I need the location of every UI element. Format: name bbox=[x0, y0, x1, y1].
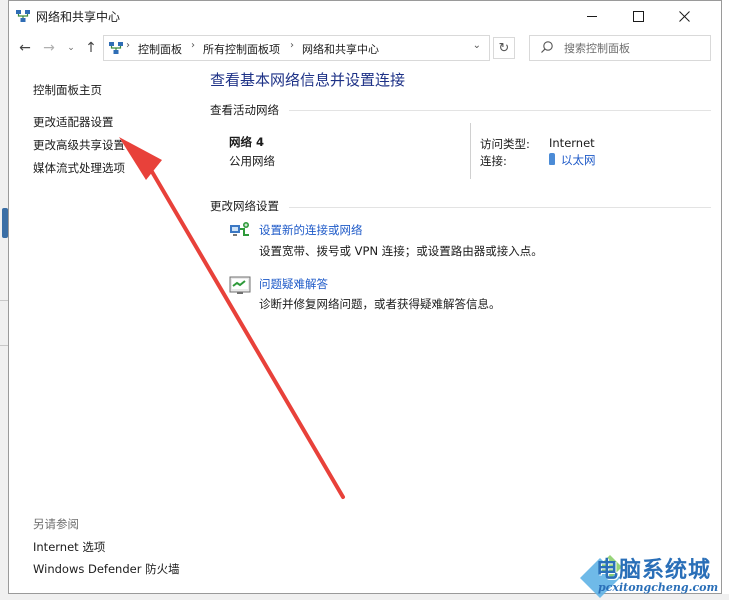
breadcrumb-network-center[interactable]: 网络和共享中心 bbox=[302, 41, 379, 57]
troubleshoot-problems-link[interactable]: 问题疑难解答 bbox=[259, 276, 328, 292]
page-title: 查看基本网络信息并设置连接 bbox=[210, 71, 406, 89]
section-divider bbox=[289, 207, 711, 208]
minimize-icon bbox=[587, 15, 597, 17]
active-networks-heading: 查看活动网络 bbox=[210, 103, 279, 117]
refresh-button[interactable]: ↻ bbox=[493, 37, 515, 59]
control-panel-home-link[interactable]: 控制面板主页 bbox=[33, 82, 102, 98]
connections-label: 连接: bbox=[480, 154, 507, 168]
section-divider bbox=[289, 110, 711, 111]
network-category-link[interactable]: 公用网络 bbox=[229, 153, 275, 169]
breadcrumb-all-items[interactable]: 所有控制面板项 bbox=[203, 41, 280, 57]
control-panel-network-icon bbox=[109, 42, 123, 54]
maximize-button[interactable] bbox=[615, 1, 661, 31]
ethernet-icon bbox=[549, 153, 555, 165]
change-advanced-sharing-link[interactable]: 更改高级共享设置 bbox=[33, 137, 125, 153]
search-icon bbox=[541, 41, 553, 53]
internet-options-link[interactable]: Internet 选项 bbox=[33, 539, 105, 555]
ethernet-connection-link[interactable]: 以太网 bbox=[549, 152, 596, 168]
windows-defender-firewall-link[interactable]: Windows Defender 防火墙 bbox=[33, 561, 180, 577]
close-button[interactable] bbox=[661, 1, 707, 31]
back-button[interactable]: ← bbox=[15, 38, 35, 58]
address-bar[interactable]: › 控制面板 › 所有控制面板项 › 网络和共享中心 ⌄ bbox=[103, 35, 490, 61]
up-button[interactable]: ↑ bbox=[81, 38, 101, 58]
window-title: 网络和共享中心 bbox=[36, 10, 121, 24]
search-box[interactable] bbox=[529, 35, 711, 61]
search-input[interactable] bbox=[564, 39, 704, 57]
access-type-label: 访问类型: bbox=[480, 137, 530, 151]
see-also-heading: 另请参阅 bbox=[33, 517, 79, 531]
forward-button[interactable]: → bbox=[39, 38, 59, 58]
watermark-url: pcxitongcheng.com bbox=[598, 581, 719, 594]
chevron-down-icon[interactable]: ⌄ bbox=[473, 40, 481, 51]
new-connection-icon bbox=[230, 222, 249, 236]
breadcrumb-chevron-icon: › bbox=[126, 40, 130, 51]
title-bar[interactable]: 网络和共享中心 bbox=[9, 1, 721, 31]
chevron-down-icon: ⌄ bbox=[67, 43, 75, 53]
recent-locations-button[interactable]: ⌄ bbox=[61, 38, 81, 58]
breadcrumb-chevron-icon: › bbox=[290, 40, 294, 51]
maximize-icon bbox=[632, 10, 644, 22]
troubleshoot-problems-description: 诊断并修复网络问题，或者获得疑难解答信息。 bbox=[259, 297, 501, 311]
refresh-icon: ↻ bbox=[498, 40, 510, 56]
breadcrumb-chevron-icon: › bbox=[191, 40, 195, 51]
network-name: 网络 4 bbox=[229, 135, 265, 149]
navigation-bar: ← → ⌄ ↑ › 控制面板 › 所有控制面板项 › 网络和共享中心 ⌄ ↻ bbox=[9, 32, 721, 64]
setup-new-connection-link[interactable]: 设置新的连接或网络 bbox=[259, 222, 363, 238]
minimize-button[interactable] bbox=[569, 1, 615, 31]
background-divider bbox=[0, 300, 8, 301]
background-window-edge bbox=[0, 0, 8, 600]
watermark-text: 电脑系统城 bbox=[596, 558, 712, 583]
close-icon bbox=[678, 10, 690, 22]
access-type-value: Internet bbox=[549, 136, 595, 150]
vertical-divider bbox=[470, 123, 471, 179]
ethernet-connection-label: 以太网 bbox=[561, 153, 596, 167]
network-sharing-center-window: 网络和共享中心 ← → ⌄ ↑ › 控制面板 › 所有控制面板项 › 网络和共享… bbox=[8, 0, 722, 594]
setup-new-connection-description: 设置宽带、拨号或 VPN 连接；或设置路由器或接入点。 bbox=[259, 244, 543, 258]
troubleshoot-icon bbox=[229, 276, 251, 294]
back-arrow-icon: ← bbox=[19, 40, 31, 56]
up-arrow-icon: ↑ bbox=[85, 40, 97, 56]
change-network-settings-heading: 更改网络设置 bbox=[210, 199, 279, 213]
breadcrumb-control-panel[interactable]: 控制面板 bbox=[138, 41, 182, 57]
media-streaming-options-link[interactable]: 媒体流式处理选项 bbox=[33, 160, 125, 176]
change-adapter-settings-link[interactable]: 更改适配器设置 bbox=[33, 114, 114, 130]
network-icon bbox=[16, 10, 30, 22]
forward-arrow-icon: → bbox=[43, 40, 55, 56]
background-divider bbox=[0, 345, 8, 346]
